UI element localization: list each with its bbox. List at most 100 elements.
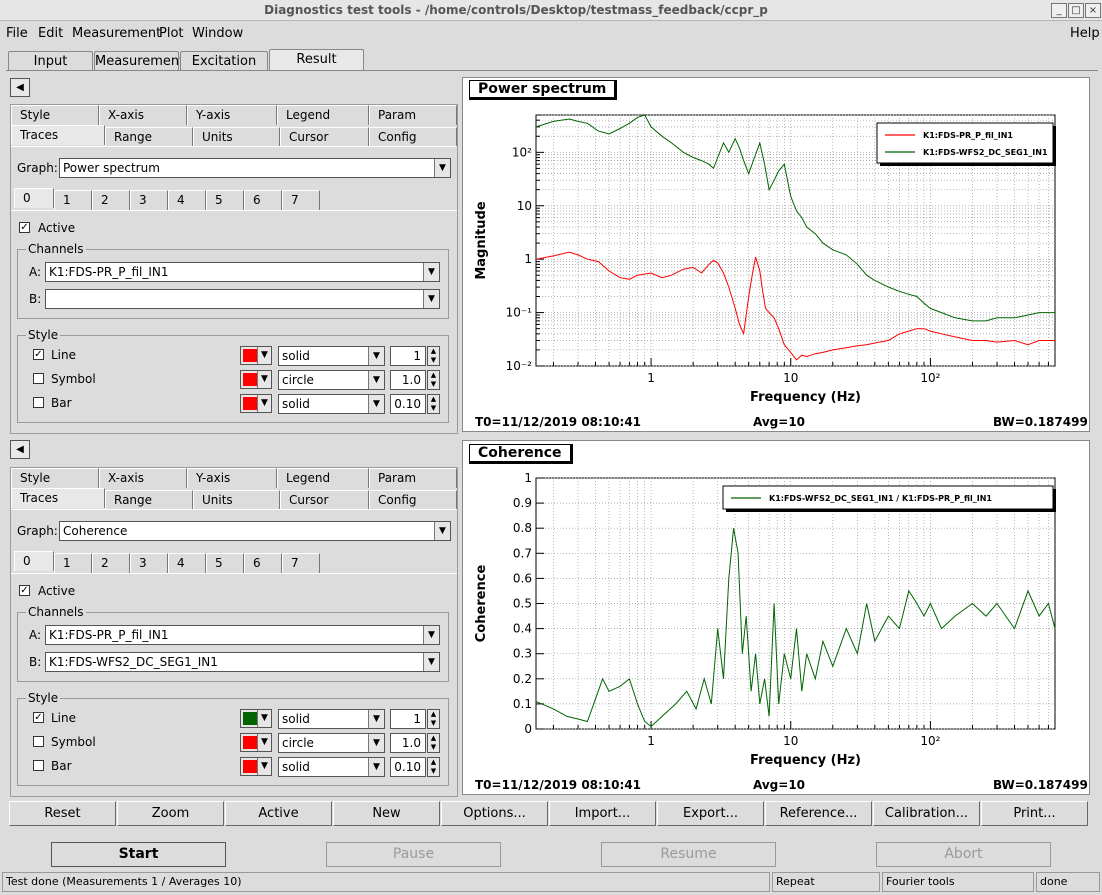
line-checkbox-2[interactable]: ✓	[33, 712, 44, 723]
print-button[interactable]: Print...	[981, 801, 1088, 826]
symbol-size-spinner-2[interactable]: ▲ ▼	[427, 733, 440, 753]
symbol-size-input-1[interactable]: 1.0	[390, 370, 426, 390]
minimize-button[interactable]: _	[1051, 3, 1067, 18]
reset-button[interactable]: Reset	[9, 801, 116, 826]
trace-tab-1-1[interactable]: 1	[54, 190, 92, 210]
line-color-picker-1[interactable]: ▼	[240, 346, 272, 365]
symbol-checkbox-2[interactable]	[33, 736, 44, 747]
channel-b-select-2[interactable]: K1:FDS-WFS2_DC_SEG1_IN1 ▼	[45, 652, 440, 672]
line-width-spinner-1[interactable]: ▲ ▼	[427, 346, 440, 366]
bar-style-select-1[interactable]: solid ▼	[278, 394, 385, 414]
tab-range-2[interactable]: Range	[105, 490, 193, 510]
symbol-size-spinner-1[interactable]: ▲ ▼	[427, 370, 440, 390]
symbol-size-input-2[interactable]: 1.0	[390, 733, 426, 753]
import-button[interactable]: Import...	[549, 801, 656, 826]
tab-config-1[interactable]: Config	[369, 127, 457, 147]
bar-style-select-2[interactable]: solid ▼	[278, 757, 385, 777]
tab-style-2[interactable]: Style	[11, 468, 99, 488]
channel-a-select-2[interactable]: K1:FDS-PR_P_fil_IN1 ▼	[45, 625, 440, 645]
line-style-select-1[interactable]: solid ▼	[278, 346, 385, 366]
tab-xaxis-2[interactable]: X-axis	[99, 468, 187, 488]
close-button[interactable]: ×	[1085, 3, 1101, 18]
line-width-input-1[interactable]: 1	[390, 346, 426, 366]
tab-yaxis-1[interactable]: Y-axis	[187, 105, 277, 125]
menu-help[interactable]: Help	[1070, 26, 1100, 41]
line-color-picker-2[interactable]: ▼	[240, 709, 272, 728]
graph-select-2[interactable]: Coherence ▼	[59, 521, 451, 541]
menu-plot[interactable]: Plot	[159, 26, 184, 41]
trace-tab-0-2[interactable]: 0	[14, 551, 54, 571]
tab-legend-2[interactable]: Legend	[277, 468, 369, 488]
trace-tab-6-2[interactable]: 6	[244, 553, 282, 573]
line-width-input-2[interactable]: 1	[390, 709, 426, 729]
options-button[interactable]: Options...	[441, 801, 548, 826]
trace-tab-7-1[interactable]: 7	[282, 190, 320, 210]
tab-units-1[interactable]: Units	[193, 127, 280, 147]
trace-tab-7-2[interactable]: 7	[282, 553, 320, 573]
tab-yaxis-2[interactable]: Y-axis	[187, 468, 277, 488]
power-spectrum-plot[interactable]: 1 10 10² 10⁻² 10⁻¹ 1 10 10² Frequency (Hz) Magnit…	[462, 77, 1090, 432]
line-checkbox-1[interactable]: ✓	[33, 349, 44, 360]
line-style-select-2[interactable]: solid ▼	[278, 709, 385, 729]
symbol-style-select-2[interactable]: circle ▼	[278, 733, 385, 753]
tab-style-1[interactable]: Style	[11, 105, 99, 125]
export-button[interactable]: Export...	[657, 801, 764, 826]
tab-param-1[interactable]: Param	[369, 105, 457, 125]
menu-edit[interactable]: Edit	[38, 26, 63, 41]
tab-result[interactable]: Result	[269, 49, 364, 71]
bar-checkbox-1[interactable]	[33, 397, 44, 408]
bar-width-spinner-2[interactable]: ▲ ▼	[427, 757, 440, 777]
graph-select-1[interactable]: Power spectrum ▼	[59, 158, 451, 178]
tab-measurement[interactable]: Measurement	[94, 51, 184, 71]
coherence-plot[interactable]: 1 10 10² 0 0.1 0.2 0.3 0.4 0.5 0.6 0.7 0.8 0.9 1 Frequ…	[462, 440, 1090, 795]
bar-width-input-2[interactable]: 0.10	[390, 757, 426, 777]
zoom-button[interactable]: Zoom	[117, 801, 224, 826]
collapse-button-1[interactable]: ◀	[10, 78, 30, 97]
tab-config-2[interactable]: Config	[369, 490, 457, 510]
line-width-spinner-2[interactable]: ▲ ▼	[427, 709, 440, 729]
bar-width-spinner-1[interactable]: ▲ ▼	[427, 394, 440, 414]
trace-tab-4-2[interactable]: 4	[168, 553, 206, 573]
calibration-button[interactable]: Calibration...	[873, 801, 980, 826]
symbol-color-picker-1[interactable]: ▼	[240, 370, 272, 389]
pause-button[interactable]: Pause	[326, 842, 501, 867]
bar-width-input-1[interactable]: 0.10	[390, 394, 426, 414]
active-checkbox-2[interactable]: ✓	[19, 585, 30, 596]
abort-button[interactable]: Abort	[876, 842, 1051, 867]
tab-input[interactable]: Input	[8, 51, 93, 71]
tab-legend-1[interactable]: Legend	[277, 105, 369, 125]
tab-units-2[interactable]: Units	[193, 490, 280, 510]
trace-tab-6-1[interactable]: 6	[244, 190, 282, 210]
trace-tab-0-1[interactable]: 0	[14, 188, 54, 208]
symbol-checkbox-1[interactable]	[33, 373, 44, 384]
tab-traces-1[interactable]: Traces	[11, 125, 105, 145]
trace-tab-5-2[interactable]: 5	[206, 553, 244, 573]
tab-cursor-1[interactable]: Cursor	[280, 127, 369, 147]
channel-a-select-1[interactable]: K1:FDS-PR_P_fil_IN1 ▼	[45, 262, 440, 282]
tab-cursor-2[interactable]: Cursor	[280, 490, 369, 510]
trace-tab-4-1[interactable]: 4	[168, 190, 206, 210]
bar-color-picker-1[interactable]: ▼	[240, 394, 272, 413]
bar-checkbox-2[interactable]	[33, 760, 44, 771]
symbol-style-select-1[interactable]: circle ▼	[278, 370, 385, 390]
trace-tab-3-2[interactable]: 3	[130, 553, 168, 573]
tab-param-2[interactable]: Param	[369, 468, 457, 488]
active-checkbox-1[interactable]: ✓	[19, 222, 30, 233]
menu-file[interactable]: File	[6, 26, 28, 41]
new-button[interactable]: New	[333, 801, 440, 826]
tab-excitation[interactable]: Excitation	[180, 51, 268, 71]
trace-tab-1-2[interactable]: 1	[54, 553, 92, 573]
channel-b-select-1[interactable]: ▼	[45, 289, 440, 309]
active-button[interactable]: Active	[225, 801, 332, 826]
trace-tab-3-1[interactable]: 3	[130, 190, 168, 210]
trace-tab-2-1[interactable]: 2	[92, 190, 130, 210]
collapse-button-2[interactable]: ◀	[10, 440, 30, 459]
trace-tab-2-2[interactable]: 2	[92, 553, 130, 573]
menu-window[interactable]: Window	[192, 26, 243, 41]
maximize-button[interactable]: □	[1068, 3, 1084, 18]
tab-xaxis-1[interactable]: X-axis	[99, 105, 187, 125]
symbol-color-picker-2[interactable]: ▼	[240, 733, 272, 752]
tab-traces-2[interactable]: Traces	[11, 488, 105, 508]
trace-tab-5-1[interactable]: 5	[206, 190, 244, 210]
reference-button[interactable]: Reference...	[765, 801, 872, 826]
